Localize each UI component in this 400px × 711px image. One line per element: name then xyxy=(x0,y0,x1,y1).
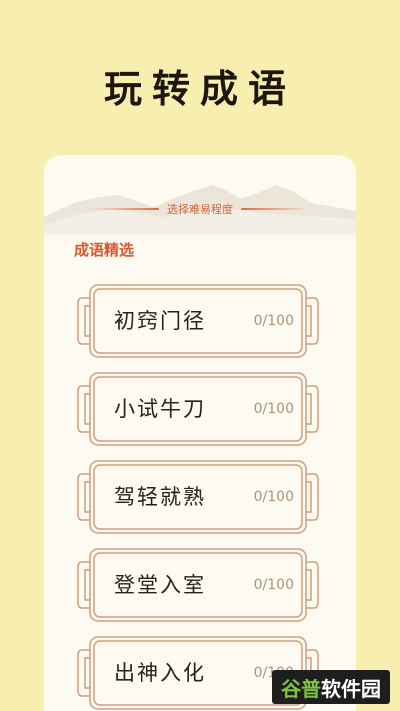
level-progress: 0/100 xyxy=(253,577,294,593)
level-progress: 0/100 xyxy=(253,313,294,329)
level-button[interactable]: 初窍门径 0/100 xyxy=(76,282,320,360)
section-subtitle: 选择难易程度 xyxy=(167,203,233,216)
app-title: 玩转成语 xyxy=(103,66,296,111)
level-button[interactable]: 登堂入室 0/100 xyxy=(76,546,320,624)
level-name: 登堂入室 xyxy=(114,573,206,597)
level-name: 初窍门径 xyxy=(114,309,206,333)
level-name: 出神入化 xyxy=(114,661,206,685)
watermark-part2: 软件园 xyxy=(321,676,381,701)
watermark-part1: 谷普 xyxy=(281,676,321,701)
section-header: 选择难易程度 xyxy=(44,201,356,217)
header-line-right xyxy=(241,208,309,210)
level-button[interactable]: 小试牛刀 0/100 xyxy=(76,370,320,448)
level-progress: 0/100 xyxy=(253,489,294,505)
section-label: 成语精选 xyxy=(74,241,135,259)
level-name: 小试牛刀 xyxy=(114,397,206,421)
mountain-decoration xyxy=(44,185,356,235)
header-line-left xyxy=(91,208,159,210)
level-name: 驾轻就熟 xyxy=(114,485,206,509)
level-button[interactable]: 驾轻就熟 0/100 xyxy=(76,458,320,536)
watermark-logo: 谷普 软件园 xyxy=(272,670,390,704)
level-progress: 0/100 xyxy=(253,401,294,417)
